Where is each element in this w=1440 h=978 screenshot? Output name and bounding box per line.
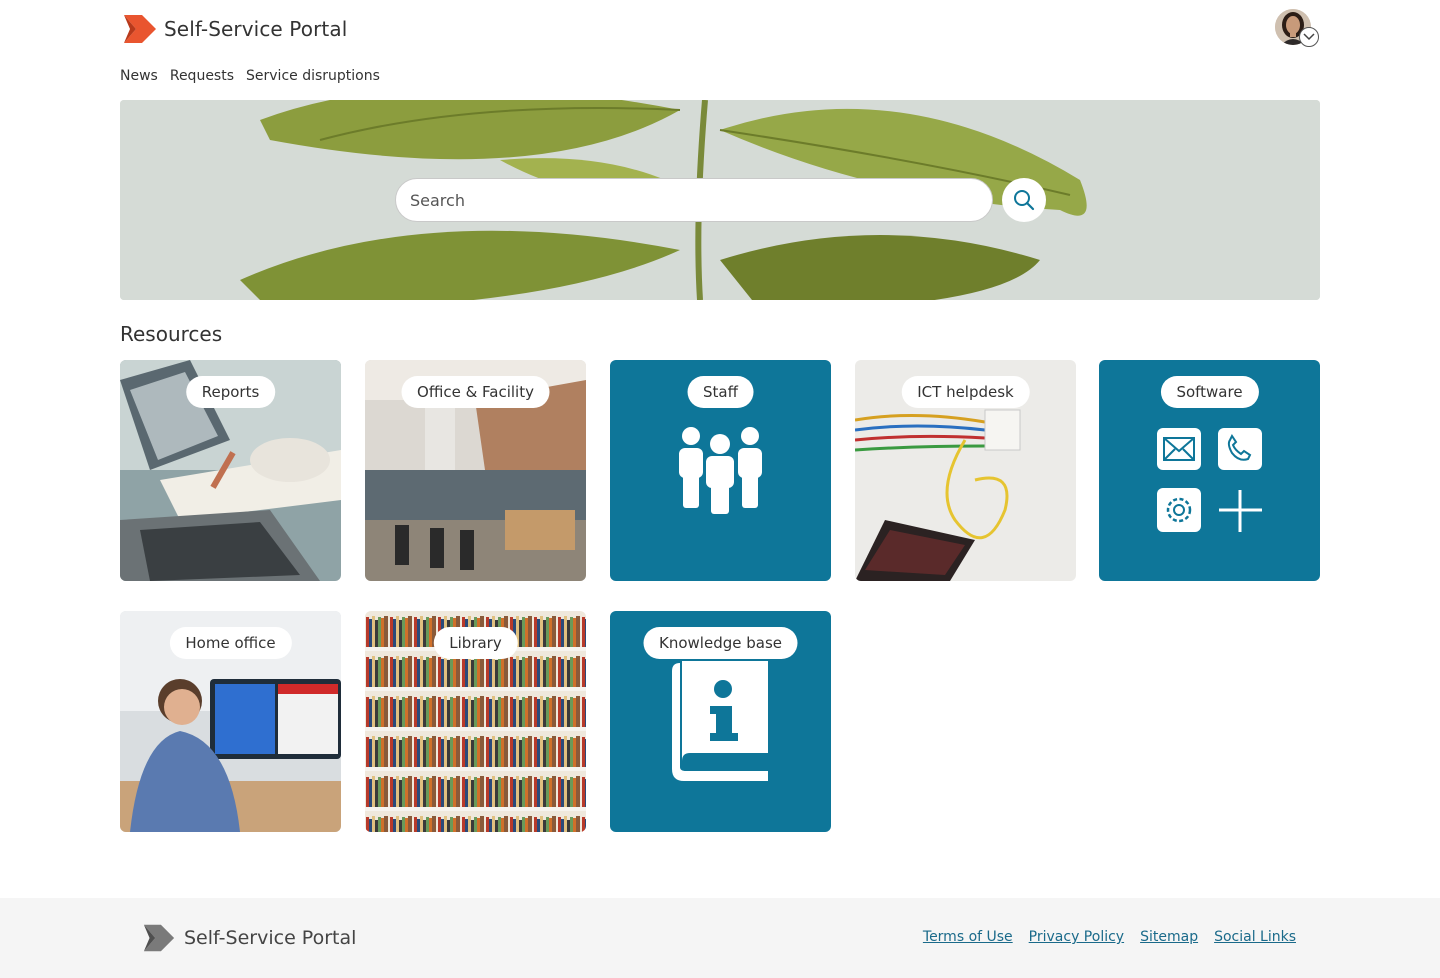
footer-link-privacy[interactable]: Privacy Policy [1029, 929, 1124, 945]
hero-banner [120, 100, 1320, 300]
tile-label: Home office [169, 627, 292, 659]
nav-requests[interactable]: Requests [170, 68, 234, 84]
tile-staff[interactable]: Staff [610, 360, 831, 581]
footer-brand-link[interactable]: Self-Service Portal [142, 922, 356, 954]
footer-link-terms[interactable]: Terms of Use [923, 929, 1013, 945]
nav-service-disruptions[interactable]: Service disruptions [246, 68, 380, 84]
tile-reports[interactable]: Reports [120, 360, 341, 581]
tile-label: Software [1160, 376, 1259, 408]
tile-label: Staff [687, 376, 754, 408]
tile-ict-helpdesk[interactable]: ICT helpdesk [855, 360, 1076, 581]
tile-library[interactable]: Library [365, 611, 586, 832]
nav-news[interactable]: News [120, 68, 158, 84]
tile-label: ICT helpdesk [901, 376, 1030, 408]
header: Self-Service Portal [0, 0, 1440, 60]
tile-office-facility[interactable]: Office & Facility [365, 360, 586, 581]
tile-software[interactable]: Software [1099, 360, 1320, 581]
footer-link-sitemap[interactable]: Sitemap [1140, 929, 1198, 945]
tile-label: Knowledge base [643, 627, 798, 659]
brand-home-link[interactable]: Self-Service Portal [122, 12, 347, 46]
tile-home-office[interactable]: Home office [120, 611, 341, 832]
search-input[interactable] [395, 178, 993, 222]
footer: Self-Service Portal Terms of Use Privacy… [0, 898, 1440, 978]
footer-brand-title: Self-Service Portal [184, 927, 357, 949]
footer-links: Terms of Use Privacy Policy Sitemap Soci… [923, 929, 1296, 945]
chevron-down-icon [1299, 27, 1319, 47]
footer-link-social[interactable]: Social Links [1214, 929, 1296, 945]
user-menu-button[interactable] [1275, 9, 1321, 49]
search-button[interactable] [1002, 178, 1046, 222]
chevron-logo-icon [143, 924, 175, 952]
tile-label: Library [433, 627, 518, 659]
resources-heading: Resources [120, 322, 223, 346]
chevron-logo-icon [124, 15, 156, 43]
tile-label: Reports [185, 376, 276, 408]
tile-label: Office & Facility [401, 376, 550, 408]
search-icon [1014, 190, 1035, 211]
main-nav: News Requests Service disruptions [120, 68, 380, 84]
tile-knowledge-base[interactable]: Knowledge base [610, 611, 831, 832]
brand-title: Self-Service Portal [164, 17, 348, 41]
